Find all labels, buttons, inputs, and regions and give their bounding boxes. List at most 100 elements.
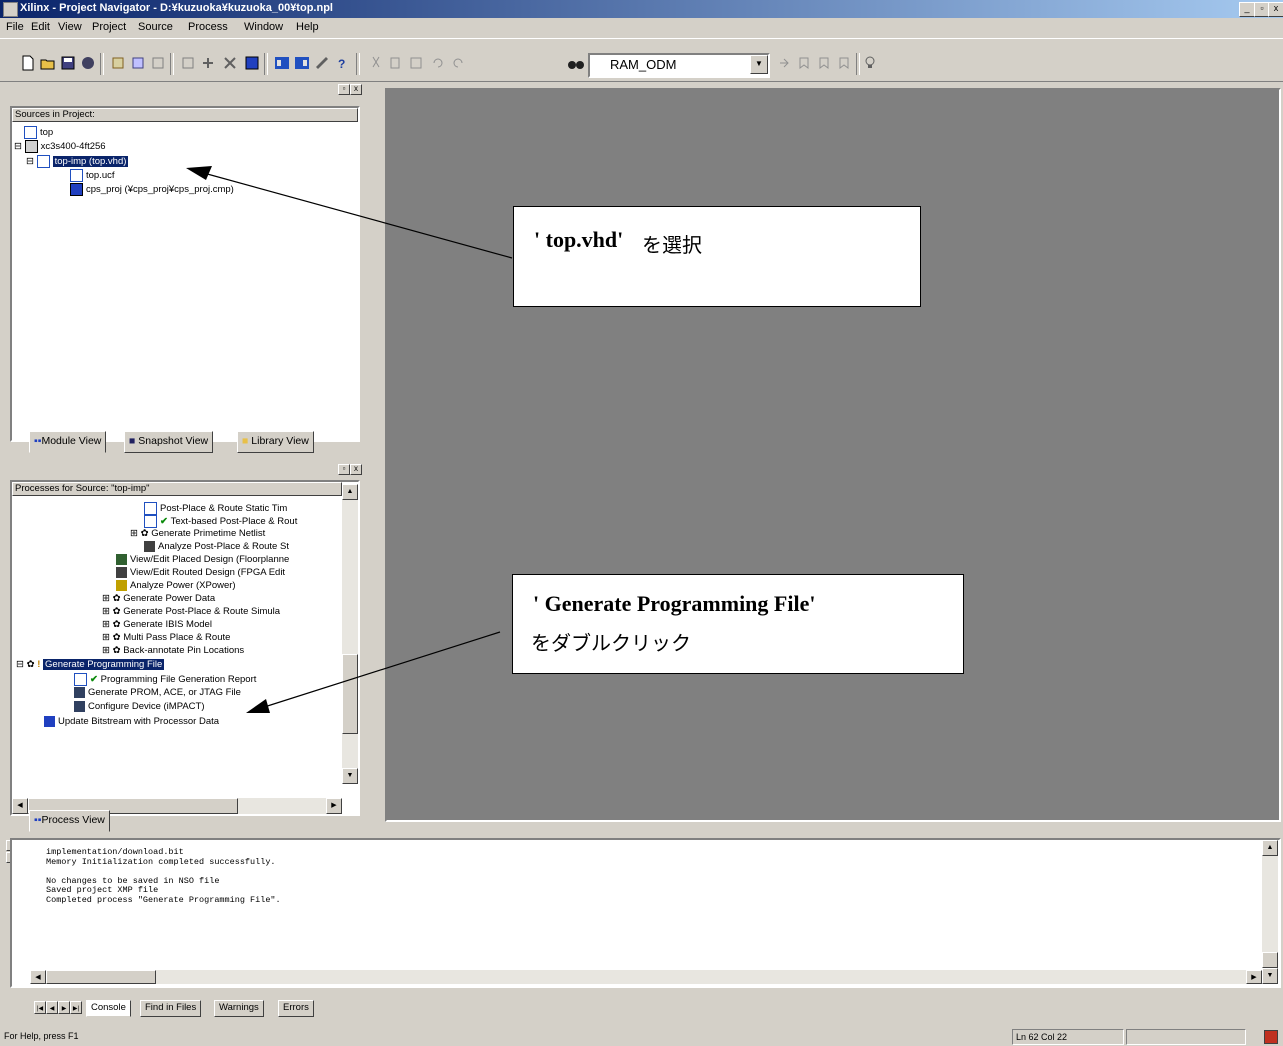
- restore-icon[interactable]: ▫: [338, 84, 350, 95]
- tab-process-view[interactable]: ▪▪Process View: [29, 810, 110, 832]
- expand-icon[interactable]: ⊟: [16, 659, 27, 670]
- menu-window[interactable]: Window: [244, 21, 283, 33]
- expand-icon[interactable]: ⊞: [130, 528, 141, 539]
- scroll-thumb[interactable]: [1262, 952, 1278, 968]
- process-item[interactable]: Update Bitstream with Processor Data: [44, 716, 219, 727]
- tree-item-device[interactable]: ⊟ xc3s400-4ft256: [14, 140, 106, 153]
- copy-icon[interactable]: [388, 55, 404, 71]
- scroll-down-icon[interactable]: ▼: [1262, 968, 1278, 984]
- process-item[interactable]: ✔ Text-based Post-Place & Rout: [144, 515, 297, 528]
- tree-item-top[interactable]: top: [24, 126, 53, 139]
- prev-tab-icon[interactable]: ◀: [46, 1001, 58, 1014]
- process-item[interactable]: ⊞ ✿ Back-annotate Pin Locations: [102, 645, 244, 656]
- process-item[interactable]: ⊞ ✿ Generate Post-Place & Route Simula: [102, 606, 280, 617]
- sources-window-icon[interactable]: [274, 55, 290, 71]
- redo-icon[interactable]: [450, 55, 466, 71]
- tab-errors[interactable]: Errors: [278, 1000, 314, 1017]
- process-window-icon[interactable]: [294, 55, 310, 71]
- expand-icon[interactable]: ⊟: [26, 156, 37, 167]
- process-item[interactable]: View/Edit Placed Design (Floorplanne: [116, 554, 289, 565]
- bookmark-icon[interactable]: [796, 55, 812, 71]
- find-next-icon[interactable]: [776, 55, 792, 71]
- tab-library-view[interactable]: ■ Library View: [237, 431, 314, 453]
- process-item[interactable]: ⊞ ✿ Generate Power Data: [102, 593, 215, 604]
- expand-icon[interactable]: ⊞: [102, 645, 113, 656]
- cut-icon[interactable]: [368, 55, 384, 71]
- transcript-window-icon[interactable]: [314, 55, 330, 71]
- next-bookmark-icon[interactable]: [816, 55, 832, 71]
- scroll-down-icon[interactable]: ▼: [342, 768, 358, 784]
- close-button[interactable]: x: [1268, 2, 1283, 17]
- menu-source[interactable]: Source: [138, 21, 173, 33]
- menu-project[interactable]: Project: [92, 21, 126, 33]
- process-item-generate-programming-file[interactable]: ⊟ ✿ ! Generate Programming File: [16, 659, 165, 670]
- processes-vertical-scrollbar[interactable]: ▲ ▼: [342, 484, 358, 784]
- close-icon[interactable]: x: [350, 464, 362, 475]
- hierarchy-icon[interactable]: [180, 55, 196, 71]
- expand-icon[interactable]: ⊞: [102, 606, 113, 617]
- save-icon[interactable]: [60, 55, 76, 71]
- new-file-icon[interactable]: [20, 55, 36, 71]
- tree-item-top-imp[interactable]: ⊟ top-imp (top.vhd): [26, 155, 129, 168]
- tab-snapshot-view[interactable]: ■ Snapshot View: [124, 431, 214, 453]
- paste-icon[interactable]: [408, 55, 424, 71]
- properties-icon[interactable]: [150, 55, 166, 71]
- minimize-button[interactable]: _: [1239, 2, 1255, 17]
- tab-find-in-files[interactable]: Find in Files: [140, 1000, 202, 1017]
- next-tab-icon[interactable]: ▶: [58, 1001, 70, 1014]
- restore-icon[interactable]: ▫: [338, 464, 350, 475]
- menu-help[interactable]: Help: [296, 21, 319, 33]
- add-copy-icon[interactable]: [130, 55, 146, 71]
- expand-icon[interactable]: ⊞: [102, 632, 113, 643]
- menu-edit[interactable]: Edit: [31, 21, 50, 33]
- process-item[interactable]: Post-Place & Route Static Tim: [144, 502, 287, 515]
- find-combo[interactable]: RAM_ODM ▼: [568, 53, 770, 78]
- add-source-icon[interactable]: [110, 55, 126, 71]
- scroll-thumb[interactable]: [46, 970, 156, 984]
- help-icon[interactable]: ?: [336, 55, 352, 71]
- tab-warnings[interactable]: Warnings: [214, 1000, 264, 1017]
- menu-process[interactable]: Process: [188, 21, 228, 33]
- tab-module-view[interactable]: ▪▪Module View: [29, 431, 107, 453]
- process-item[interactable]: Analyze Power (XPower): [116, 580, 236, 591]
- open-folder-icon[interactable]: [40, 55, 56, 71]
- last-tab-icon[interactable]: ▶|: [70, 1001, 82, 1014]
- process-item[interactable]: ⊞ ✿ Generate Primetime Netlist: [130, 528, 265, 539]
- lightbulb-icon[interactable]: [862, 55, 878, 71]
- process-item[interactable]: Configure Device (iMPACT): [74, 701, 205, 712]
- scroll-right-icon[interactable]: ▶: [326, 798, 342, 814]
- tree-item-cps-proj[interactable]: cps_proj (¥cps_proj¥cps_proj.cmp): [70, 183, 234, 196]
- expand-icon[interactable]: ⊞: [102, 593, 113, 604]
- process-item[interactable]: ⊞ ✿ Multi Pass Place & Route: [102, 632, 230, 643]
- process-item[interactable]: Generate PROM, ACE, or JTAG File: [74, 687, 241, 698]
- close-icon[interactable]: x: [350, 84, 362, 95]
- stop-icon[interactable]: [244, 55, 260, 71]
- scroll-right-icon[interactable]: ▶: [1246, 970, 1262, 984]
- scroll-left-icon[interactable]: ◀: [30, 970, 46, 984]
- console-horizontal-scrollbar[interactable]: ◀ ▶: [30, 970, 1262, 984]
- console-vertical-scrollbar[interactable]: ▲ ▼: [1262, 840, 1278, 984]
- app-icon[interactable]: [3, 2, 18, 17]
- process-item[interactable]: ✔ Programming File Generation Report: [74, 673, 256, 686]
- scroll-left-icon[interactable]: ◀: [12, 798, 28, 814]
- scroll-up-icon[interactable]: ▲: [342, 484, 358, 500]
- save-all-icon[interactable]: [80, 55, 96, 71]
- process-item[interactable]: Analyze Post-Place & Route St: [144, 541, 289, 552]
- tree-item-ucf[interactable]: top.ucf: [70, 169, 115, 182]
- binoculars-icon[interactable]: [568, 56, 584, 70]
- rerun-icon[interactable]: [222, 55, 238, 71]
- process-item[interactable]: View/Edit Routed Design (FPGA Edit: [116, 567, 285, 578]
- chevron-down-icon[interactable]: ▼: [750, 55, 768, 74]
- run-icon[interactable]: [200, 55, 216, 71]
- process-item[interactable]: ⊞ ✿ Generate IBIS Model: [102, 619, 212, 630]
- clear-bookmarks-icon[interactable]: [836, 55, 852, 71]
- undo-icon[interactable]: [430, 55, 446, 71]
- tab-console[interactable]: Console: [86, 1000, 131, 1017]
- expand-icon[interactable]: ⊞: [102, 619, 113, 630]
- scroll-up-icon[interactable]: ▲: [1262, 840, 1278, 856]
- scroll-thumb[interactable]: [342, 654, 358, 734]
- menu-view[interactable]: View: [58, 21, 82, 33]
- menu-file[interactable]: File: [6, 21, 24, 33]
- first-tab-icon[interactable]: |◀: [34, 1001, 46, 1014]
- expand-icon[interactable]: ⊟: [14, 141, 25, 152]
